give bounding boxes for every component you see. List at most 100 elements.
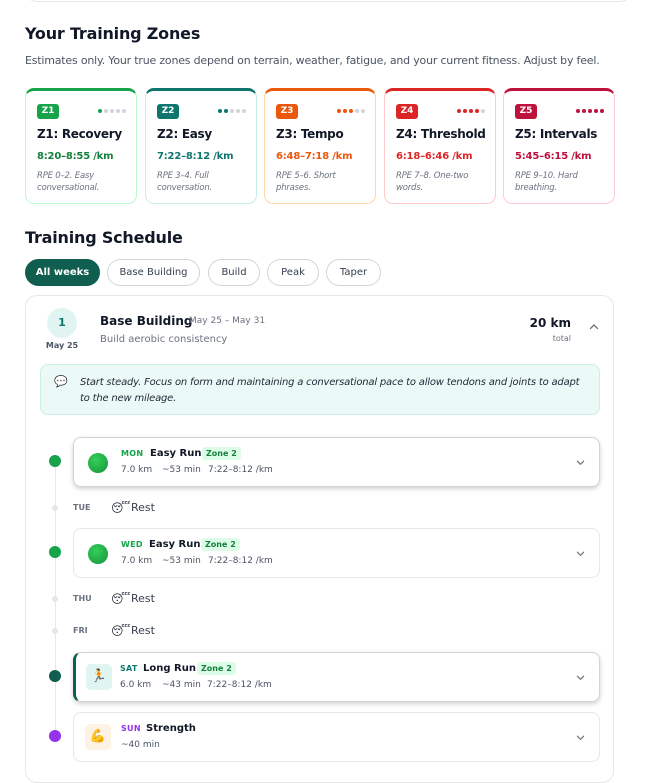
- workout-distance: 7.0 km: [121, 465, 153, 475]
- zone-pace: 7:22–8:12 /km: [157, 151, 234, 162]
- rest-day: FRI: [73, 626, 88, 635]
- workout-distance: 6.0 km: [120, 680, 152, 690]
- workout-duration: ~43 min: [162, 680, 201, 690]
- workout-card-sun[interactable]: 💪 SUN Strength ~40 min: [73, 712, 600, 762]
- timeline-dot-wed: [49, 546, 61, 558]
- workout-day: SAT: [120, 664, 138, 673]
- workout-duration: ~40 min: [121, 740, 160, 750]
- sleeping-face-icon: 😴: [111, 501, 131, 515]
- workout-type: Easy Run: [149, 539, 201, 550]
- zone-name: Z5: Intervals: [515, 127, 598, 141]
- sleeping-face-icon: 😴: [111, 592, 131, 606]
- zone-card-z4: Z4 Z4: Threshold 6:18–6:46 /km RPE 7–8. …: [384, 88, 496, 204]
- zone-name: Z2: Easy: [157, 127, 212, 141]
- filter-build[interactable]: Build: [208, 259, 260, 286]
- rest-label: Rest: [131, 592, 155, 605]
- filter-all-weeks[interactable]: All weeks: [25, 259, 100, 286]
- week-total-label: total: [552, 334, 571, 343]
- zone-pace: 6:48–7:18 /km: [276, 151, 353, 162]
- zone-intensity-dots: [218, 109, 246, 113]
- flexed-biceps-icon: 💪: [85, 724, 111, 750]
- zone-intensity-dots: [576, 109, 604, 113]
- workout-day: WED: [121, 540, 143, 549]
- sleeping-face-icon: 😴: [111, 624, 131, 638]
- zone-card-z2: Z2 Z2: Easy 7:22–8:12 /km RPE 3–4. Full …: [145, 88, 257, 204]
- week-total-distance: 20 km: [529, 316, 571, 330]
- chevron-down-icon[interactable]: [576, 458, 585, 467]
- workout-distance: 7.0 km: [121, 556, 153, 566]
- workout-day: MON: [121, 449, 144, 458]
- week-note: 💬 Start steady. Focus on form and mainta…: [40, 364, 600, 415]
- rest-label: Rest: [131, 624, 155, 637]
- zone-name: Z1: Recovery: [37, 127, 122, 141]
- zones-section-subtitle: Estimates only. Your true zones depend o…: [25, 54, 600, 67]
- speech-bubble-icon: 💬: [54, 375, 68, 388]
- chevron-down-icon[interactable]: [576, 733, 585, 742]
- chevron-down-icon[interactable]: [576, 549, 585, 558]
- week-start-date: May 25: [45, 341, 79, 350]
- zone-badge: Z2: [157, 104, 179, 119]
- timeline-dot-mon: [49, 455, 61, 467]
- week-note-text: Start steady. Focus on form and maintain…: [80, 377, 580, 404]
- zone-intensity-dots: [337, 109, 365, 113]
- zone-pace: 6:18–6:46 /km: [396, 151, 473, 162]
- timeline-dot-tue: [52, 505, 58, 511]
- week-date-range: May 25 – May 31: [189, 316, 266, 326]
- week-phase: Base Building: [100, 314, 193, 328]
- workout-card-sat[interactable]: 🏃 SAT Long Run Zone 2 6.0 km ~43 min 7:2…: [73, 652, 600, 702]
- filter-base-building[interactable]: Base Building: [107, 259, 200, 286]
- zone-intensity-dots: [98, 109, 126, 113]
- workout-pace: 7:22–8:12 /km: [208, 465, 273, 475]
- zone-description: RPE 9–10. Hard breathing.: [515, 171, 578, 193]
- chevron-down-icon[interactable]: [576, 673, 585, 682]
- zone-description: RPE 3–4. Full conversation.: [157, 171, 213, 193]
- filter-peak[interactable]: Peak: [267, 259, 319, 286]
- zone-pace: 5:45–6:15 /km: [515, 151, 592, 162]
- workout-pace: 7:22–8:12 /km: [208, 556, 273, 566]
- week-goal: Build aerobic consistency: [100, 334, 228, 345]
- runner-icon: 🏃: [86, 664, 112, 690]
- timeline-dot-sun: [49, 730, 61, 742]
- week-number: 1: [47, 308, 77, 338]
- rest-label: Rest: [131, 501, 155, 514]
- workout-card-wed[interactable]: WED Easy Run Zone 2 7.0 km ~53 min 7:22–…: [73, 528, 600, 578]
- timeline-dot-sat: [49, 670, 61, 682]
- zone-badge: Zone 2: [197, 662, 236, 675]
- zone-card-z5: Z5 Z5: Intervals 5:45–6:15 /km RPE 9–10.…: [503, 88, 615, 204]
- zone-badge: Zone 2: [201, 538, 240, 551]
- schedule-section-title: Training Schedule: [25, 228, 183, 247]
- rest-day: THU: [73, 594, 92, 603]
- zone-badge: Z4: [396, 104, 418, 119]
- run-icon: [88, 544, 108, 564]
- zone-name: Z3: Tempo: [276, 127, 344, 141]
- run-icon: [88, 453, 108, 473]
- workout-day: SUN: [121, 724, 141, 733]
- week-card: 1 May 25 Base Building May 25 – May 31 B…: [25, 295, 614, 783]
- zone-description: RPE 7–8. One-two words.: [396, 171, 469, 193]
- workout-type: Easy Run: [150, 448, 202, 459]
- workout-type: Strength: [146, 723, 196, 734]
- zone-description: RPE 0–2. Easy conversational.: [37, 171, 100, 193]
- chevron-up-icon[interactable]: [589, 322, 599, 332]
- zone-badge: Zone 2: [202, 447, 241, 460]
- zone-badge: Z5: [515, 104, 537, 119]
- previous-card-edge: [25, 0, 632, 2]
- zone-badge: Z3: [276, 104, 298, 119]
- zone-intensity-dots: [457, 109, 485, 113]
- zone-card-z3: Z3 Z3: Tempo 6:48–7:18 /km RPE 5–6. Shor…: [264, 88, 376, 204]
- filter-taper[interactable]: Taper: [326, 259, 381, 286]
- zone-name: Z4: Threshold: [396, 127, 486, 141]
- workout-duration: ~53 min: [162, 465, 201, 475]
- zone-pace: 8:20–8:55 /km: [37, 151, 114, 162]
- workout-pace: 7:22–8:12 /km: [207, 680, 272, 690]
- workout-duration: ~53 min: [162, 556, 201, 566]
- timeline-dot-fri: [52, 628, 58, 634]
- zone-card-z1: Z1 Z1: Recovery 8:20–8:55 /km RPE 0–2. E…: [25, 88, 137, 204]
- workout-card-mon[interactable]: MON Easy Run Zone 2 7.0 km ~53 min 7:22–…: [73, 437, 600, 487]
- rest-day: TUE: [73, 503, 91, 512]
- zone-badge: Z1: [37, 104, 59, 119]
- zone-description: RPE 5–6. Short phrases.: [276, 171, 336, 193]
- zones-section-title: Your Training Zones: [25, 24, 201, 43]
- timeline-dot-thu: [52, 596, 58, 602]
- workout-type: Long Run: [143, 663, 196, 674]
